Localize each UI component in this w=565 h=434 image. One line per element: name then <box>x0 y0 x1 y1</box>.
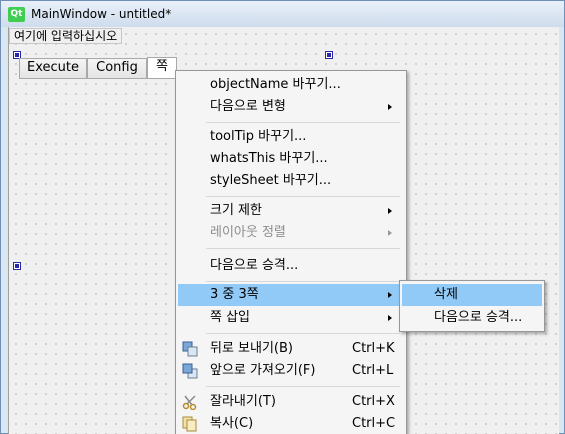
window-title: MainWindow - untitled* <box>31 7 172 21</box>
submenu-item-promote-to[interactable]: 다음으로 승격... <box>402 307 542 329</box>
submenu-arrow-icon <box>388 104 392 110</box>
copy-icon <box>182 416 197 432</box>
menu-separator <box>206 281 400 282</box>
page-submenu: 삭제 다음으로 승격... <box>399 280 545 332</box>
menu-item-send-to-back[interactable]: 뒤로 보내기(B) Ctrl+K <box>178 338 404 360</box>
context-menu: objectName 바꾸기... 다음으로 변형 toolTip 바꾸기...… <box>175 70 407 434</box>
menu-separator <box>206 196 400 197</box>
menubar-type-here[interactable]: 여기에 입력하십시오 <box>9 28 123 44</box>
menu-item-bring-to-front[interactable]: 앞으로 가져오기(F) Ctrl+L <box>178 360 404 382</box>
menu-item-change-tooltip[interactable]: toolTip 바꾸기... <box>178 126 404 148</box>
menu-separator <box>206 386 400 387</box>
scissors-icon <box>182 395 197 410</box>
menu-item-insert-page[interactable]: 쪽 삽입 <box>178 307 404 329</box>
menu-separator <box>206 122 400 123</box>
menu-item-layout-alignment: 레이아웃 정렬 <box>178 222 404 244</box>
menu-item-copy[interactable]: 복사(C) Ctrl+C <box>178 413 404 434</box>
title-bar[interactable]: Qt MainWindow - untitled* <box>1 1 564 27</box>
submenu-arrow-icon <box>388 230 392 236</box>
menu-item-promote-to[interactable]: 다음으로 승격... <box>178 255 404 277</box>
tab-config[interactable]: Config <box>87 58 147 78</box>
menu-item-change-whatsthis[interactable]: whatsThis 바꾸기... <box>178 148 404 170</box>
qt-logo-icon: Qt <box>8 7 25 22</box>
submenu-arrow-icon <box>388 292 392 298</box>
bring-to-front-icon <box>182 363 198 379</box>
menu-item-morph-into[interactable]: 다음으로 변형 <box>178 96 404 118</box>
submenu-item-delete[interactable]: 삭제 <box>402 284 542 306</box>
menu-item-size-constraints[interactable]: 크기 제한 <box>178 200 404 222</box>
menu-separator <box>206 333 400 334</box>
menu-separator <box>206 248 400 249</box>
submenu-arrow-icon <box>388 208 392 214</box>
tab-pane-border <box>19 78 177 79</box>
selection-handle[interactable] <box>13 262 21 270</box>
selection-handle[interactable] <box>325 51 333 59</box>
menu-item-page-3-of-3[interactable]: 3 중 3쪽 <box>178 284 404 306</box>
tab-execute[interactable]: Execute <box>19 58 87 78</box>
send-to-back-icon <box>182 341 198 357</box>
tab-page[interactable]: 쪽 <box>147 57 177 78</box>
main-window: Qt MainWindow - untitled* 여기에 입력하십시오 Exe… <box>0 0 565 434</box>
submenu-arrow-icon <box>388 315 392 321</box>
menu-item-change-objectname[interactable]: objectName 바꾸기... <box>178 74 404 96</box>
menu-item-cut[interactable]: 잘라내기(T) Ctrl+X <box>178 391 404 413</box>
menu-item-change-stylesheet[interactable]: styleSheet 바꾸기... <box>178 170 404 192</box>
